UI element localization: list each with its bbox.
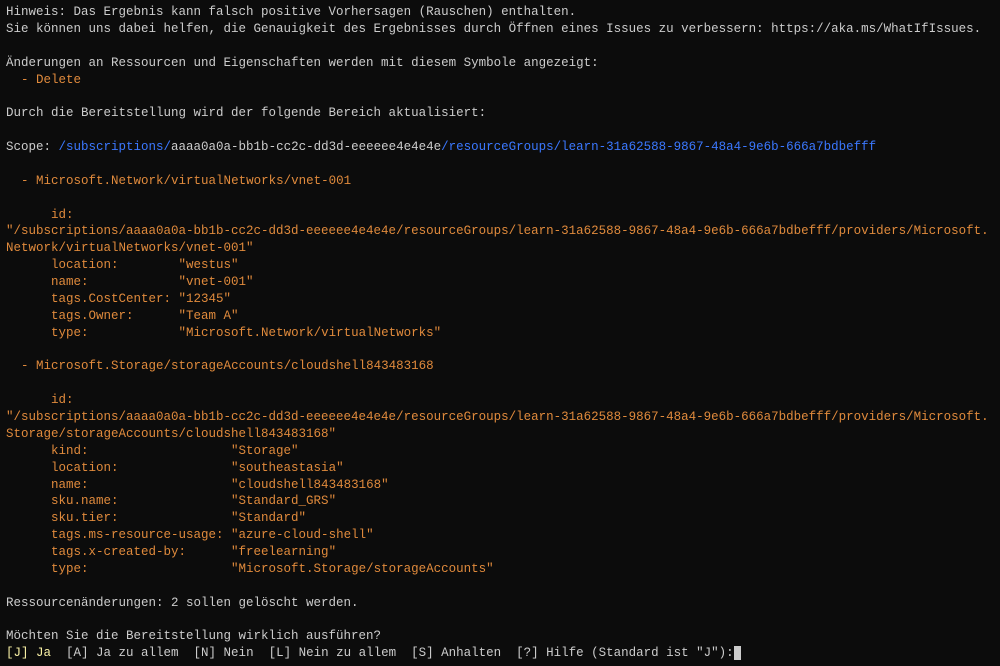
resource-2-header: - Microsoft.Storage/storageAccounts/clou…: [6, 358, 994, 375]
resource-2-id-value: "/subscriptions/aaaa0a0a-bb1b-cc2c-dd3d-…: [6, 409, 994, 443]
resource-1-id: id:: [6, 207, 994, 224]
resource-2-skuname: sku.name: "Standard_GRS": [6, 493, 994, 510]
symbol-delete: - Delete: [6, 72, 994, 89]
hint-text-2: Sie können uns dabei helfen, die Genauig…: [6, 22, 981, 36]
scope-line: Scope: /subscriptions/aaaa0a0a-bb1b-cc2c…: [6, 139, 994, 156]
resource-1-name: name: "vnet-001": [6, 274, 994, 291]
delete-label: Delete: [36, 73, 81, 87]
changes-header: Änderungen an Ressourcen und Eigenschaft…: [6, 55, 994, 72]
scope-subscription-id: aaaa0a0a-bb1b-cc2c-dd3d-eeeeee4e4e4e: [171, 140, 441, 154]
summary-line: Ressourcenänderungen: 2 sollen gelöscht …: [6, 595, 994, 612]
prompt-line[interactable]: [J] Ja [A] Ja zu allem [N] Nein [L] Nein…: [6, 645, 994, 662]
resource-1-costcenter: tags.CostCenter: "12345": [6, 291, 994, 308]
prompt-yes-key[interactable]: [J]: [6, 646, 36, 660]
scope-label: Scope:: [6, 140, 59, 154]
resource-2-type: type: "Microsoft.Storage/storageAccounts…: [6, 561, 994, 578]
hint-line-1: Hinweis: Das Ergebnis kann falsch positi…: [6, 4, 994, 21]
scope-path-sub: /subscriptions/: [59, 140, 172, 154]
scope-rg-name: learn-31a62588-9867-48a4-9e6b-666a7bdbef…: [561, 140, 876, 154]
resource-2-usage: tags.ms-resource-usage: "azure-cloud-she…: [6, 527, 994, 544]
resource-1-id-value: "/subscriptions/aaaa0a0a-bb1b-cc2c-dd3d-…: [6, 223, 994, 257]
resource-1-header: - Microsoft.Network/virtualNetworks/vnet…: [6, 173, 994, 190]
prompt-yes-label[interactable]: Ja: [36, 646, 51, 660]
cursor-icon: [734, 646, 741, 660]
resource-2-kind: kind: "Storage": [6, 443, 994, 460]
resource-1-location: location: "westus": [6, 257, 994, 274]
resource-1-type: type: "Microsoft.Network/virtualNetworks…: [6, 325, 994, 342]
hint-line-2: Sie können uns dabei helfen, die Genauig…: [6, 21, 994, 38]
resource-2-skutier: sku.tier: "Standard": [6, 510, 994, 527]
prompt-options-rest[interactable]: [A] Ja zu allem [N] Nein [L] Nein zu all…: [51, 646, 734, 660]
scope-path-rg: /resourceGroups/: [441, 140, 561, 154]
resource-1-owner: tags.Owner: "Team A": [6, 308, 994, 325]
scope-intro: Durch die Bereitstellung wird der folgen…: [6, 105, 994, 122]
hint-text-1: Hinweis: Das Ergebnis kann falsch positi…: [6, 5, 576, 19]
confirm-question: Möchten Sie die Bereitstellung wirklich …: [6, 628, 994, 645]
resource-2-name: name: "cloudshell843483168": [6, 477, 994, 494]
resource-1-title: Microsoft.Network/virtualNetworks/vnet-0…: [36, 174, 351, 188]
resource-2-id: id:: [6, 392, 994, 409]
resource-2-title: Microsoft.Storage/storageAccounts/clouds…: [36, 359, 434, 373]
resource-2-location: location: "southeastasia": [6, 460, 994, 477]
resource-2-createdby: tags.x-created-by: "freelearning": [6, 544, 994, 561]
